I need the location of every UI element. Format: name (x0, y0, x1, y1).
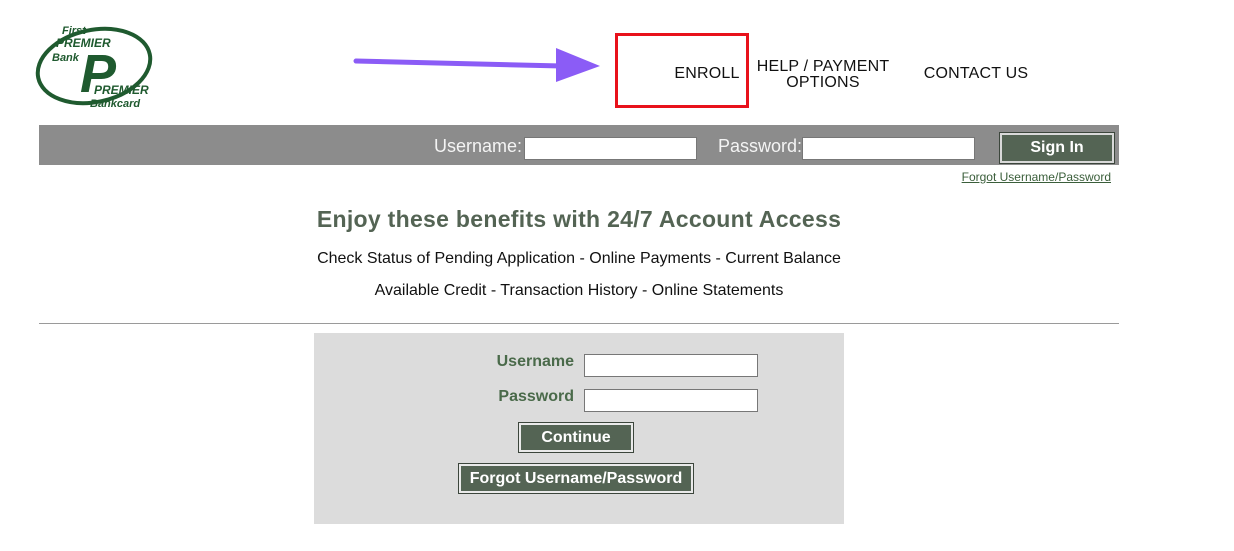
panel-password-input[interactable] (584, 389, 758, 412)
benefits-title: Enjoy these benefits with 24/7 Account A… (316, 206, 842, 232)
header-username-input[interactable] (524, 137, 697, 160)
benefits-line-2: Available Credit - Transaction History -… (374, 282, 784, 299)
first-premier-logo[interactable]: First PREMIER Bank P PREMIER Bankcard (34, 20, 164, 112)
header-forgot-link[interactable]: Forgot Username/Password (953, 170, 1111, 184)
panel-password-label: Password (498, 388, 574, 405)
header-password-input[interactable] (802, 137, 975, 160)
panel-username-input[interactable] (584, 354, 758, 377)
header-username-label: Username: (434, 136, 523, 156)
header-password-label: Password: (718, 136, 803, 156)
nav-contact-link[interactable]: CONTACT US (918, 66, 1034, 82)
forgot-username-password-button[interactable]: Forgot Username/Password (458, 463, 694, 494)
section-divider (39, 323, 1119, 324)
logo-bankcard: Bankcard (90, 98, 140, 110)
continue-button[interactable]: Continue (518, 422, 634, 453)
nav-enroll-link[interactable]: ENROLL (670, 66, 744, 82)
benefits-line-1: Check Status of Pending Application - On… (317, 250, 841, 267)
annotation-arrow-icon (353, 48, 600, 82)
nav-help-line2: OPTIONS (786, 74, 860, 91)
sign-in-button[interactable]: Sign In (999, 132, 1115, 164)
nav-help-payment-link[interactable]: HELP / PAYMENT OPTIONS (752, 59, 894, 91)
logo-bank: Bank (52, 52, 80, 64)
nav-help-line1: HELP / PAYMENT (756, 58, 890, 75)
logo-premier-bottom: PREMIER (94, 83, 149, 97)
header-login-bar: Username: Password: Sign In (39, 125, 1119, 165)
panel-username-label: Username (496, 353, 574, 370)
logo-mark: First PREMIER Bank P PREMIER Bankcard (35, 25, 153, 110)
login-panel: Username Password Continue Forgot Userna… (314, 333, 844, 524)
page: First PREMIER Bank P PREMIER Bankcard EN… (0, 0, 1234, 551)
